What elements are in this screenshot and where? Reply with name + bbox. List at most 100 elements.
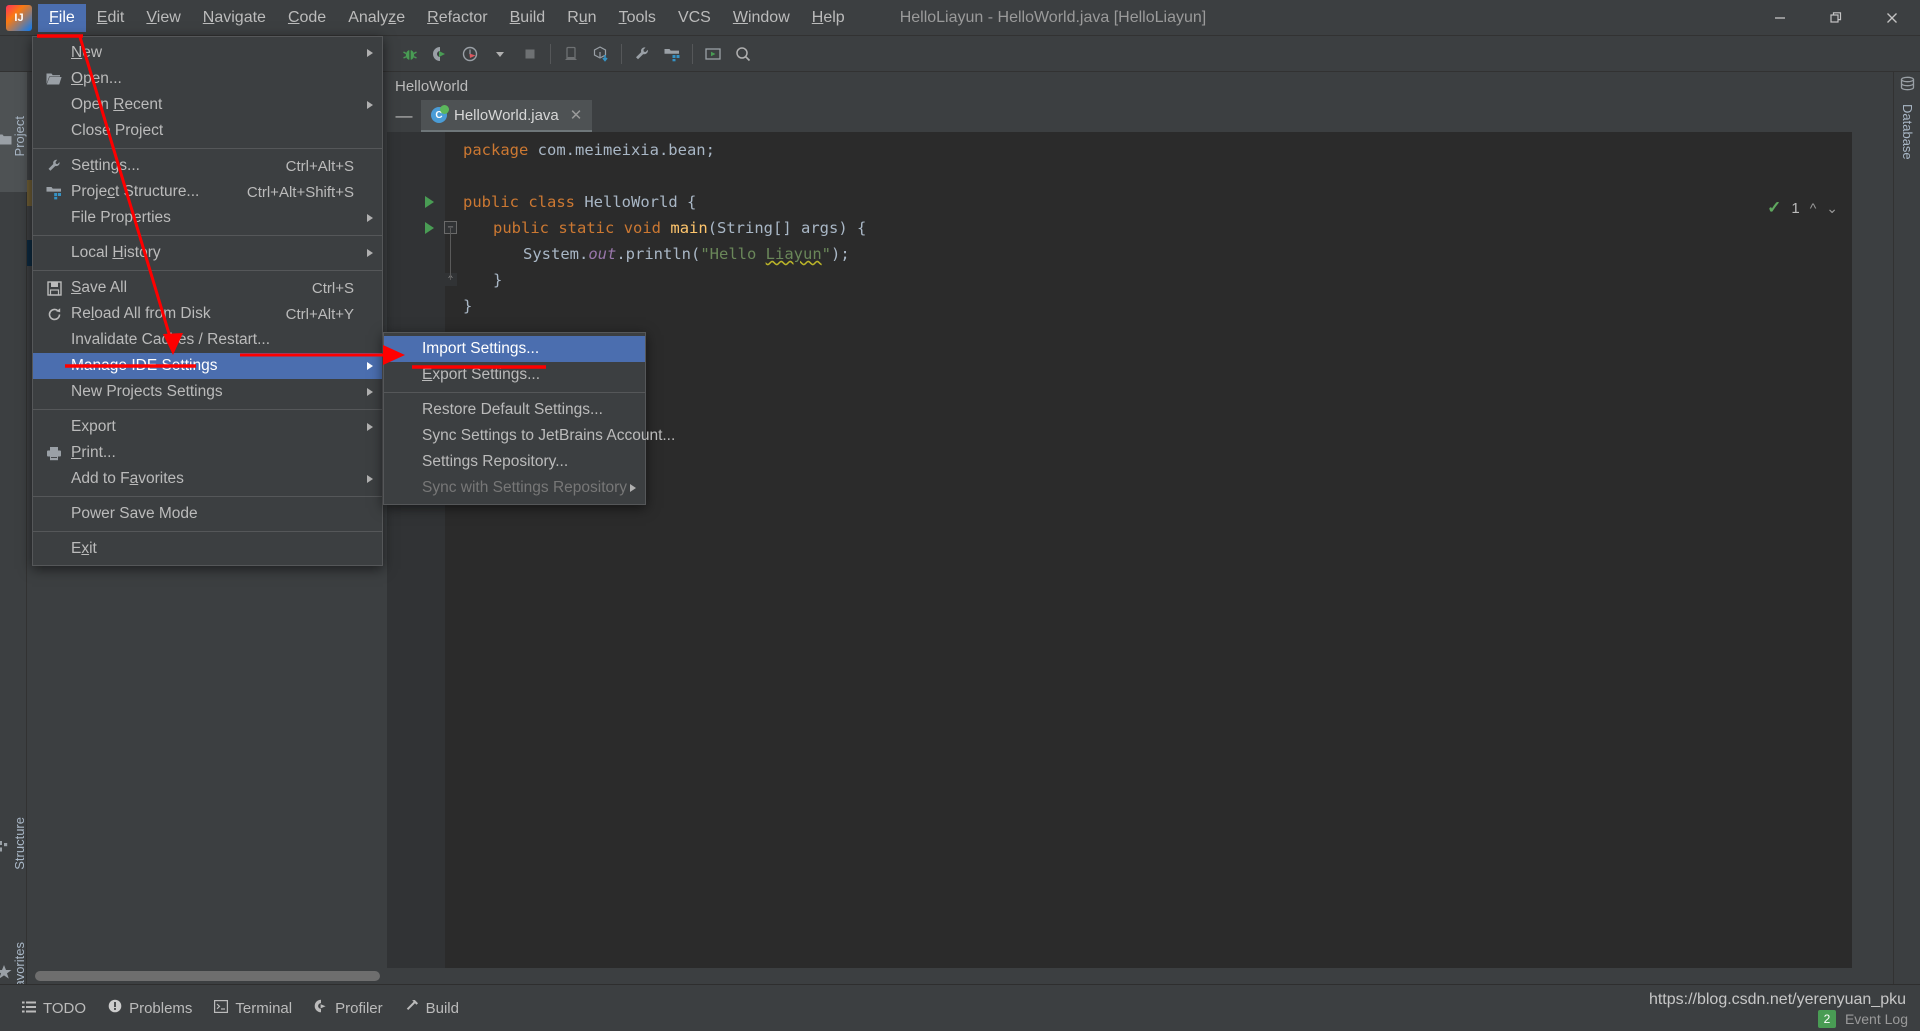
menu-item-save-all[interactable]: Save All Ctrl+S — [33, 275, 382, 301]
code-line[interactable]: − public static void main(String[] args) … — [387, 215, 1852, 241]
chevron-down-icon[interactable]: ⌄ — [1826, 200, 1838, 217]
code-line[interactable]: package com.meimeixia.bean; — [387, 137, 1852, 163]
menubar-item-refactor[interactable]: Refactor — [416, 4, 498, 32]
menu-item-manage-ide-settings[interactable]: Manage IDE Settings — [33, 353, 382, 379]
menubar-item-window[interactable]: Window — [722, 4, 801, 32]
menu-item-project-structure[interactable]: Project Structure... Ctrl+Alt+Shift+S — [33, 179, 382, 205]
file-menu-popup[interactable]: New Open... Open Recent Close Project Settin… — [32, 36, 383, 566]
run-gutter-icon[interactable] — [425, 222, 434, 234]
collapse-all-icon[interactable]: — — [387, 100, 421, 132]
menubar-item-edit[interactable]: Edit — [86, 4, 136, 32]
code-line[interactable]: System.out.println("Hello Liayun"); — [387, 241, 1852, 267]
menu-item-sync-settings-to-jetbrains-account[interactable]: Sync Settings to JetBrains Account... — [384, 423, 675, 449]
scrollbar-thumb[interactable] — [35, 971, 380, 981]
tab-close-icon[interactable]: ✕ — [570, 106, 583, 124]
menubar-item-code[interactable]: Code — [277, 4, 337, 32]
menu-item-export-settings[interactable]: Export Settings... — [384, 362, 645, 388]
menu-item-label: Manage IDE Settings — [71, 357, 218, 374]
run-gutter-icon[interactable] — [425, 196, 434, 208]
code-line[interactable] — [387, 163, 1852, 189]
code-text: public static void main(String[] args) { — [493, 219, 867, 237]
inspection-widget[interactable]: ✓ 1 ^ ⌄ — [1767, 198, 1838, 218]
terminal-icon — [214, 999, 229, 1017]
menu-item-file-properties[interactable]: File Properties — [33, 205, 382, 231]
submenu-arrow-icon — [367, 101, 373, 109]
menu-item-open-recent[interactable]: Open Recent — [33, 92, 382, 118]
menu-item-add-to-favorites[interactable]: Add to Favorites — [33, 466, 382, 492]
sidebar-item-database[interactable]: Database — [1894, 76, 1920, 160]
menu-item-import-settings[interactable]: Import Settings... — [384, 336, 645, 362]
print-icon — [45, 444, 63, 462]
minimize-icon[interactable] — [1752, 0, 1808, 36]
editor-tab-label: HelloWorld.java — [454, 106, 559, 124]
menu-item-label: New — [71, 44, 103, 61]
inspection-ok-icon: ✓ — [1767, 198, 1782, 217]
sidebar-item-project[interactable]: Project — [0, 72, 27, 192]
status-bar-item-terminal[interactable]: Terminal — [214, 1000, 292, 1017]
run-with-coverage-icon[interactable] — [425, 40, 455, 68]
code-line[interactable]: public class HelloWorld { — [387, 189, 1852, 215]
menu-item-power-save-mode[interactable]: Power Save Mode — [33, 501, 382, 527]
submenu-arrow-icon — [367, 49, 373, 57]
dropdown-arrow-icon[interactable] — [485, 40, 515, 68]
build-hammer-icon — [405, 999, 419, 1017]
project-structure-icon[interactable] — [657, 40, 687, 68]
menubar-item-build[interactable]: Build — [499, 4, 557, 32]
menu-item-label: Export — [71, 418, 116, 435]
status-bar-item-problems[interactable]: Problems — [108, 999, 192, 1017]
menu-item-settings-repository[interactable]: Settings Repository... — [384, 449, 645, 475]
device-icon[interactable] — [556, 40, 586, 68]
menu-item-local-history[interactable]: Local History — [33, 240, 382, 266]
menu-item-settings[interactable]: Settings... Ctrl+Alt+S — [33, 153, 382, 179]
close-icon[interactable] — [1864, 0, 1920, 36]
menu-item-sync-with-settings-repository: Sync with Settings Repository — [384, 475, 645, 501]
menubar-item-file[interactable]: File — [38, 3, 86, 32]
menu-item-invalidate-caches-restart[interactable]: Invalidate Caches / Restart... — [33, 327, 382, 353]
menubar-item-vcs[interactable]: VCS — [667, 4, 722, 32]
menu-bar[interactable]: File Edit View Navigate Code Analyze Refactor B… — [38, 0, 856, 36]
menubar-item-help[interactable]: Help — [801, 4, 856, 32]
menu-item-exit[interactable]: Exit — [33, 536, 382, 562]
profile-icon[interactable] — [455, 40, 485, 68]
breadcrumb-label: HelloWorld — [395, 77, 469, 95]
menubar-item-navigate[interactable]: Navigate — [192, 4, 277, 32]
menubar-item-tools[interactable]: Tools — [608, 4, 667, 32]
code-editor[interactable]: package com.meimeixia.bean; public class … — [387, 132, 1852, 984]
menu-item-print[interactable]: Print... — [33, 440, 382, 466]
run-console-icon[interactable] — [698, 40, 728, 68]
menu-item-new-projects-settings[interactable]: New Projects Settings — [33, 379, 382, 405]
menu-item-label: Add to Favorites — [71, 470, 184, 487]
menubar-item-run[interactable]: Run — [556, 4, 607, 32]
debug-bug-icon[interactable] — [395, 40, 425, 68]
horizontal-scrollbar[interactable] — [27, 968, 1893, 984]
settings-wrench-icon[interactable] — [627, 40, 657, 68]
event-log-widget[interactable]: 2 Event Log — [1817, 1010, 1908, 1028]
sync-gradle-icon[interactable] — [586, 40, 616, 68]
status-bar-item-build[interactable]: Build — [405, 999, 459, 1017]
menu-item-close-project[interactable]: Close Project — [33, 118, 382, 144]
menubar-item-analyze[interactable]: Analyze — [337, 4, 416, 32]
submenu-arrow-icon — [630, 484, 636, 492]
restore-icon[interactable] — [1808, 0, 1864, 36]
editor-tab-helloworld-java[interactable]: HelloWorld.java ✕ — [421, 100, 593, 132]
menubar-item-view[interactable]: View — [135, 4, 191, 32]
status-bar-item-todo[interactable]: TODO — [22, 1000, 86, 1017]
status-bar-item-profiler[interactable]: Profiler — [314, 999, 383, 1017]
sidebar-item-structure[interactable]: Structure — [0, 817, 27, 870]
search-everywhere-icon[interactable] — [728, 40, 758, 68]
manage-ide-settings-submenu[interactable]: Import Settings... Export Settings... Rest… — [383, 332, 675, 505]
intellij-idea-window: File Edit View Navigate Code Analyze Refactor B… — [0, 0, 1920, 1031]
menu-item-restore-default-settings[interactable]: Restore Default Settings... — [384, 397, 645, 423]
menu-item-label: Save All — [71, 279, 128, 296]
problems-icon — [108, 999, 122, 1017]
code-line[interactable]: ⌃} — [387, 267, 1852, 293]
menu-item-open[interactable]: Open... — [33, 66, 382, 92]
code-line[interactable]: } — [387, 293, 1852, 319]
chevron-up-icon[interactable]: ^ — [1810, 200, 1817, 216]
submenu-arrow-icon — [367, 475, 373, 483]
menu-item-export[interactable]: Export — [33, 414, 382, 440]
menu-separator — [33, 235, 382, 236]
menu-item-new[interactable]: New — [33, 40, 382, 66]
menu-item-label: Sync Settings to JetBrains Account... — [422, 427, 676, 444]
menu-item-reload-all-from-disk[interactable]: Reload All from Disk Ctrl+Alt+Y — [33, 301, 382, 327]
